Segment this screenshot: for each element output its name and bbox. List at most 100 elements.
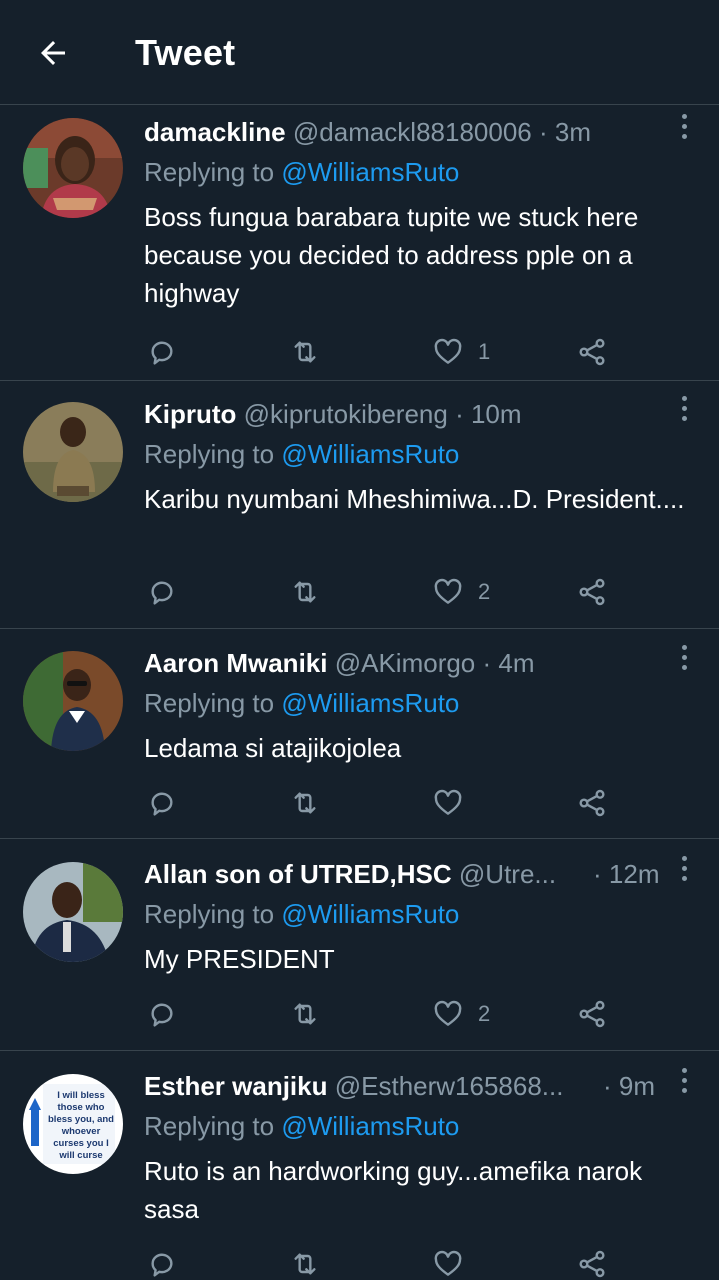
separator-dot: · [482,648,492,678]
reply-icon [151,341,173,365]
mention-link[interactable]: @WilliamsRuto [281,157,459,187]
arrow-left-icon [41,41,65,65]
more-dot [681,1087,687,1093]
more-options-button[interactable] [673,1060,695,1100]
author-name[interactable]: Allan son of UTRED,HSC [144,859,452,889]
tweet-time[interactable]: 12m [609,859,660,889]
share-button[interactable] [576,783,608,823]
more-dot [681,1077,687,1083]
reply-tweet[interactable]: Kipruto @kiprutokibereng · 10m Replying … [0,382,719,629]
avatar[interactable] [23,118,123,218]
avatar[interactable] [23,862,123,962]
retweet-button[interactable] [288,1244,322,1280]
author-handle[interactable]: @Utre... [459,859,556,889]
avatar[interactable] [23,402,123,502]
share-button[interactable] [576,1244,608,1280]
more-options-button[interactable] [673,388,695,428]
tweet-text: Ledama si atajikojolea [144,733,402,763]
share-button[interactable] [576,572,608,612]
tweet-header: Esther wanjiku @Estherw165868... [144,1068,594,1104]
retweet-icon [294,581,316,603]
tweet-time[interactable]: 10m [471,399,522,429]
mention-link[interactable]: @WilliamsRuto [281,688,459,718]
retweet-button[interactable] [288,332,322,372]
replying-label: Replying to [144,688,275,718]
more-dot [681,654,687,660]
tweet-header: damackline @damackl88180006 · 3m [144,114,674,150]
author-name[interactable]: Aaron Mwaniki [144,648,327,678]
retweet-icon [294,1003,316,1025]
heart-icon [434,1000,462,1026]
share-icon [579,1250,605,1278]
retweet-icon [294,1253,316,1275]
like-button[interactable]: 2 [432,994,490,1034]
reply-button[interactable] [146,332,178,372]
reply-tweet[interactable]: Allan son of UTRED,HSC @Utre... · 12m Re… [0,840,719,1051]
author-handle[interactable]: @AKimorgo [335,648,476,678]
share-button[interactable] [576,994,608,1034]
mention-link[interactable]: @WilliamsRuto [281,1111,459,1141]
more-dot [681,855,687,861]
retweet-button[interactable] [288,572,322,612]
heart-icon [434,578,462,604]
like-button[interactable]: 1 [432,332,490,372]
reply-button[interactable] [146,572,178,612]
heart-icon [434,338,462,364]
svg-text:will curse: will curse [58,1150,102,1161]
more-dot [681,644,687,650]
back-button[interactable] [32,32,74,74]
retweet-button[interactable] [288,783,322,823]
separator-dot: · [539,117,548,147]
tweet-header: Aaron Mwaniki @AKimorgo · 4m [144,645,674,681]
mention-link[interactable]: @WilliamsRuto [281,899,459,929]
replying-label: Replying to [144,899,275,929]
more-dot [681,113,687,119]
more-options-button[interactable] [673,848,695,888]
author-handle[interactable]: @Estherw165868... [335,1071,564,1101]
like-button[interactable]: 2 [432,572,490,612]
mention-link[interactable]: @WilliamsRuto [281,439,459,469]
more-options-button[interactable] [673,637,695,677]
retweet-button[interactable] [288,994,322,1034]
page-title: Tweet [135,32,236,73]
replying-to: Replying to @WilliamsRuto [144,154,459,190]
reply-button[interactable] [146,994,178,1034]
avatar[interactable]: I will bless those who bless you, and wh… [23,1074,123,1174]
more-dot [681,875,687,881]
reply-button[interactable] [146,1244,178,1280]
svg-text:those who: those who [58,1102,105,1113]
replying-to: Replying to @WilliamsRuto [144,1108,459,1144]
like-count: 2 [478,1001,491,1026]
action-bar [144,1244,704,1280]
svg-text:whoever: whoever [61,1126,101,1137]
reply-tweet[interactable]: I will bless those who bless you, and wh… [0,1052,719,1280]
replying-to: Replying to @WilliamsRuto [144,436,459,472]
author-handle[interactable]: @damackl88180006 [293,117,532,147]
author-name[interactable]: Esther wanjiku [144,1071,328,1101]
action-bar [144,783,704,823]
like-button[interactable] [432,1244,478,1280]
more-dot [681,405,687,411]
replying-label: Replying to [144,157,275,187]
tweet-time[interactable]: 3m [555,117,591,147]
svg-text:I will bless: I will bless [57,1090,105,1101]
avatar[interactable] [23,651,123,751]
share-button[interactable] [576,332,608,372]
heart-icon [434,1250,462,1276]
like-count: 1 [478,339,491,364]
like-button[interactable] [432,783,478,823]
more-dot [681,415,687,421]
author-name[interactable]: damackline [144,117,286,147]
reply-tweet[interactable]: Aaron Mwaniki @AKimorgo · 4m Replying to… [0,630,719,839]
more-options-button[interactable] [673,106,695,146]
heart-icon [434,789,462,815]
author-name[interactable]: Kipruto [144,399,236,429]
tweet-text: My PRESIDENT [144,944,335,974]
replying-to: Replying to @WilliamsRuto [144,896,459,932]
share-icon [579,789,605,817]
author-handle[interactable]: @kiprutokibereng [244,399,448,429]
tweet-time[interactable]: 4m [498,648,534,678]
tweet-time[interactable]: 9m [619,1071,655,1101]
reply-button[interactable] [146,783,178,823]
reply-tweet[interactable]: damackline @damackl88180006 · 3m Replyin… [0,106,719,381]
